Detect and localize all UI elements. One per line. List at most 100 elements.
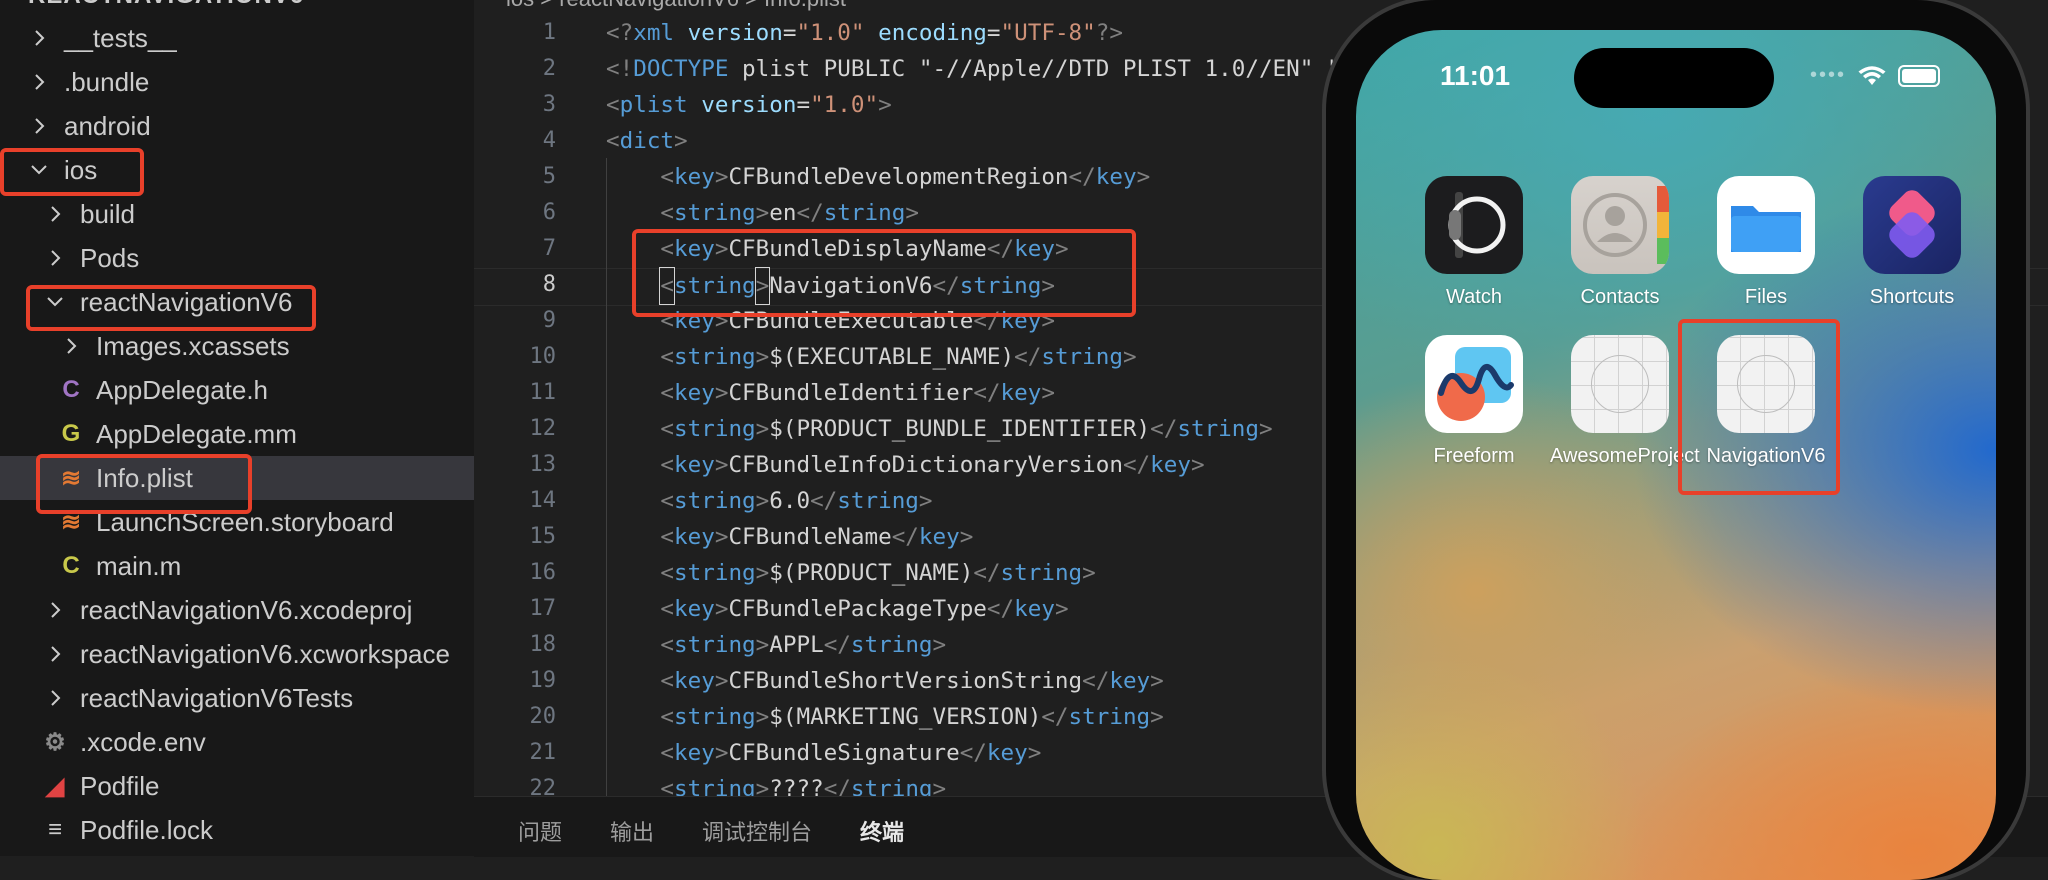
code-token: </	[891, 524, 919, 550]
chevron-right-icon[interactable]	[44, 203, 66, 225]
chevron-right-icon[interactable]	[28, 27, 50, 49]
code-token: <?	[606, 20, 634, 46]
tree-item[interactable]: reactNavigationV6.xcworkspace	[0, 632, 474, 676]
tree-item[interactable]: Pods	[0, 236, 474, 280]
tree-item-label: main.m	[96, 550, 182, 581]
code-token: "UTF-8"	[1000, 20, 1096, 46]
code-token: >	[755, 200, 770, 226]
code-token: string	[674, 488, 756, 514]
chevron-right-icon[interactable]	[44, 643, 66, 665]
code-token: </	[1041, 704, 1069, 730]
code-line[interactable]: <key>CFBundleSignature</key>	[606, 735, 1041, 771]
code-line[interactable]: <key>CFBundleShortVersionString</key>	[606, 663, 1164, 699]
code-line[interactable]: <dict>	[606, 123, 688, 159]
code-token: >	[674, 128, 688, 154]
code-token: key	[1109, 668, 1151, 694]
tab-debug-console[interactable]: 调试控制台	[702, 815, 812, 847]
app-files[interactable]: Files	[1696, 176, 1836, 309]
code-line[interactable]: <plist version="1.0">	[606, 87, 892, 123]
code-line[interactable]: <key>CFBundleIdentifier</key>	[606, 375, 1055, 411]
app-watch[interactable]: Watch	[1404, 176, 1544, 309]
code-line[interactable]: <string>APPL</string>	[606, 627, 946, 663]
code-token: $(EXECUTABLE_NAME)	[769, 344, 1015, 370]
code-line[interactable]: <key>CFBundleDevelopmentRegion</key>	[606, 159, 1150, 195]
code-token: key	[918, 524, 960, 550]
code-line[interactable]: <string>$(EXECUTABLE_NAME)</string>	[606, 339, 1136, 375]
code-line[interactable]: <key>CFBundlePackageType</key>	[606, 591, 1068, 627]
wifi-icon	[1858, 65, 1886, 85]
code-token: version	[701, 92, 797, 118]
code-token: <	[660, 668, 675, 694]
code-line[interactable]: <string>en</string>	[606, 195, 919, 231]
line-number: 1	[542, 20, 556, 45]
code-line[interactable]: <key>CFBundleName</key>	[606, 519, 973, 555]
tree-item[interactable]: ◢ Podfile	[0, 764, 474, 808]
chevron-right-icon[interactable]	[44, 247, 66, 269]
tree-item[interactable]: __tests__	[0, 16, 474, 60]
app-shortcuts[interactable]: Shortcuts	[1842, 176, 1982, 309]
code-token: key	[674, 164, 715, 190]
code-token: key	[674, 524, 715, 550]
tab-problems[interactable]: 问题	[518, 815, 562, 847]
app-freeform[interactable]: Freeform	[1404, 335, 1544, 468]
tab-terminal[interactable]: 终端	[860, 815, 904, 847]
code-line[interactable]: <key>CFBundleInfoDictionaryVersion</key>	[606, 447, 1204, 483]
code-token: </	[1014, 344, 1042, 370]
tree-item[interactable]: C AppDelegate.h	[0, 368, 474, 412]
code-token: >	[714, 164, 729, 190]
code-token: </	[986, 596, 1015, 622]
code-line[interactable]: <string>????</string>	[606, 771, 946, 796]
tab-output[interactable]: 输出	[610, 815, 654, 847]
line-number: 19	[529, 668, 557, 693]
code-token: <	[660, 200, 675, 226]
code-token: >	[932, 776, 947, 796]
tree-item[interactable]: ≡ Podfile.lock	[0, 808, 474, 852]
code-token: CFBundleSignature	[728, 740, 960, 766]
code-line[interactable]: <string>$(PRODUCT_BUNDLE_IDENTIFIER)</st…	[606, 411, 1272, 447]
code-token: key	[1150, 452, 1191, 478]
code-line[interactable]: <string>$(PRODUCT_NAME)</string>	[606, 555, 1095, 591]
tree-item[interactable]: G AppDelegate.mm	[0, 412, 474, 456]
code-token: key	[1000, 380, 1042, 406]
tree-item[interactable]: build	[0, 192, 474, 236]
app-contacts[interactable]: Contacts	[1550, 176, 1690, 309]
code-token: string	[1177, 416, 1259, 442]
code-token: <	[660, 164, 675, 190]
tree-item[interactable]: .bundle	[0, 60, 474, 104]
tree-item[interactable]: reactNavigationV6.xcodeproj	[0, 588, 474, 632]
code-token: </	[1122, 452, 1151, 478]
tree-item[interactable]: Cmain.m	[0, 544, 474, 588]
chevron-right-icon[interactable]	[28, 115, 50, 137]
breadcrumb[interactable]: ios > reactNavigationV6 > Info.plist	[506, 0, 846, 12]
placeholder-app-icon	[1571, 335, 1669, 433]
chevron-right-icon[interactable]	[44, 687, 66, 709]
chevron-right-icon[interactable]	[44, 599, 66, 621]
code-token: >	[1150, 668, 1164, 694]
code-token: $(PRODUCT_BUNDLE_IDENTIFIER)	[769, 416, 1151, 442]
code-line[interactable]: <string>$(MARKETING_VERSION)</string>	[606, 699, 1163, 735]
tree-item[interactable]: ⚙ .xcode.env	[0, 720, 474, 764]
line-number: 18	[529, 632, 557, 657]
chevron-right-icon[interactable]	[60, 335, 82, 357]
code-token: ????	[769, 776, 824, 796]
code-token: 6.0	[769, 488, 811, 514]
code-token: </	[973, 380, 1001, 406]
simulator-home-screen[interactable]: 11:01 •••• Watch Contacts Files Shortcut…	[1356, 30, 1996, 880]
code-line[interactable]: <?xml version="1.0" encoding="UTF-8"?>	[606, 15, 1123, 51]
code-token: <	[606, 92, 620, 118]
code-token: string	[850, 632, 933, 658]
code-line[interactable]: <string>6.0</string>	[606, 483, 932, 519]
dynamic-island	[1574, 48, 1774, 108]
code-token: string	[674, 200, 756, 226]
tree-item[interactable]: android	[0, 104, 474, 148]
code-token: >	[1041, 380, 1055, 406]
tree-item[interactable]: reactNavigationV6Tests	[0, 676, 474, 720]
code-token: <	[660, 704, 675, 730]
app-awesomeproject[interactable]: AwesomeProject	[1550, 335, 1700, 468]
line-number: 15	[529, 524, 557, 549]
chevron-right-icon[interactable]	[28, 71, 50, 93]
